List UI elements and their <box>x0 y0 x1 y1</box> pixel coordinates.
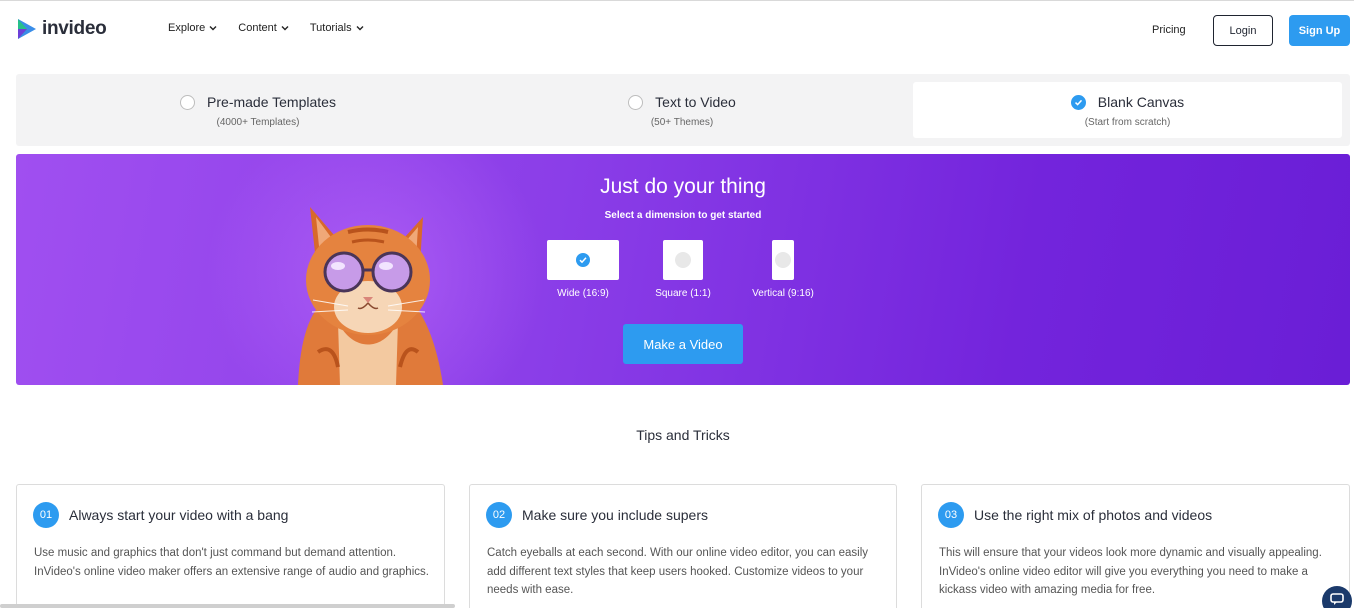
nav-content[interactable]: Content <box>238 22 290 34</box>
horizontal-scrollbar[interactable] <box>0 604 455 608</box>
hero-title: Just do your thing <box>600 175 766 198</box>
mode-subtitle: (4000+ Templates) <box>216 117 300 128</box>
mode-title: Blank Canvas <box>1097 94 1185 110</box>
nav-explore[interactable]: Explore <box>168 22 218 34</box>
mode-subtitle: (50+ Themes) <box>650 117 714 128</box>
tips-heading: Tips and Tricks <box>636 427 730 443</box>
make-a-video-button[interactable]: Make a Video <box>623 324 743 364</box>
radio-unchecked-icon[interactable] <box>180 94 196 110</box>
chat-bubble-icon <box>1330 593 1344 605</box>
mode-title: Text to Video <box>655 94 736 110</box>
dimension-label: Square (1:1) <box>655 288 711 299</box>
tip-card: 02 Make sure you include supers Catch ey… <box>469 484 897 608</box>
hero-subtitle: Select a dimension to get started <box>604 210 762 221</box>
nav-tutorials[interactable]: Tutorials <box>310 22 365 34</box>
dimension-square[interactable]: Square (1:1) <box>655 240 711 299</box>
tip-title: Always start your video with a bang <box>69 507 289 523</box>
dimension-wide-preview[interactable] <box>547 240 619 280</box>
dimension-square-preview[interactable] <box>663 240 703 280</box>
creation-mode-selector: Pre-made Templates (4000+ Templates) Tex… <box>16 74 1350 146</box>
dimension-label: Wide (16:9) <box>557 288 609 299</box>
radio-unchecked-icon[interactable] <box>628 94 644 110</box>
main-nav: Explore Content Tutorials <box>168 22 385 34</box>
tip-body: This will ensure that your videos look m… <box>939 547 1322 596</box>
radio-unchecked-icon <box>675 252 691 268</box>
tip-body: Catch eyeballs at each second. With our … <box>487 547 868 596</box>
radio-checked-icon[interactable] <box>1070 94 1086 110</box>
tip-number-badge: 02 <box>486 502 512 528</box>
dimension-label: Vertical (9:16) <box>752 288 814 299</box>
signup-button[interactable]: Sign Up <box>1289 15 1350 46</box>
nav-tutorials-label: Tutorials <box>309 22 352 34</box>
tip-title: Use the right mix of photos and videos <box>974 507 1213 523</box>
logo-text: invideo <box>42 18 107 39</box>
logo[interactable]: invideo <box>16 17 107 41</box>
blank-canvas-hero: Just do your thing Select a dimension to… <box>16 154 1350 385</box>
tip-title: Make sure you include supers <box>522 507 708 523</box>
radio-unchecked-icon <box>775 252 791 268</box>
dimension-vertical-preview[interactable] <box>772 240 794 280</box>
nav-content-label: Content <box>238 22 277 34</box>
chevron-down-icon <box>209 26 217 31</box>
invideo-logo-icon <box>18 19 36 39</box>
mode-subtitle: (Start from scratch) <box>1084 117 1171 128</box>
dimension-wide[interactable]: Wide (16:9) <box>547 240 619 299</box>
tip-number-badge: 01 <box>33 502 59 528</box>
chevron-down-icon <box>281 26 289 31</box>
cat-with-sunglasses-image <box>298 207 443 385</box>
login-button[interactable]: Login <box>1213 15 1273 46</box>
nav-explore-label: Explore <box>168 22 206 34</box>
check-circle-icon <box>576 253 590 267</box>
tip-card: 03 Use the right mix of photos and video… <box>921 484 1350 608</box>
mode-text-to-video[interactable]: Text to Video (50+ Themes) <box>456 82 908 138</box>
chat-support-button[interactable] <box>1322 586 1352 608</box>
tip-card: 01 Always start your video with a bang U… <box>16 484 445 608</box>
mode-premade-templates[interactable]: Pre-made Templates (4000+ Templates) <box>16 82 500 138</box>
tip-body: Use music and graphics that don't just c… <box>34 547 429 578</box>
site-header: invideo Explore Content Tutorials Pricin… <box>0 1 1354 59</box>
chevron-down-icon <box>356 26 364 31</box>
pricing-link[interactable]: Pricing <box>1152 24 1186 36</box>
mode-blank-canvas[interactable]: Blank Canvas (Start from scratch) <box>913 82 1342 138</box>
mode-title: Pre-made Templates <box>207 94 336 110</box>
tip-number-badge: 03 <box>938 502 964 528</box>
dimension-vertical[interactable]: Vertical (9:16) <box>752 240 814 299</box>
